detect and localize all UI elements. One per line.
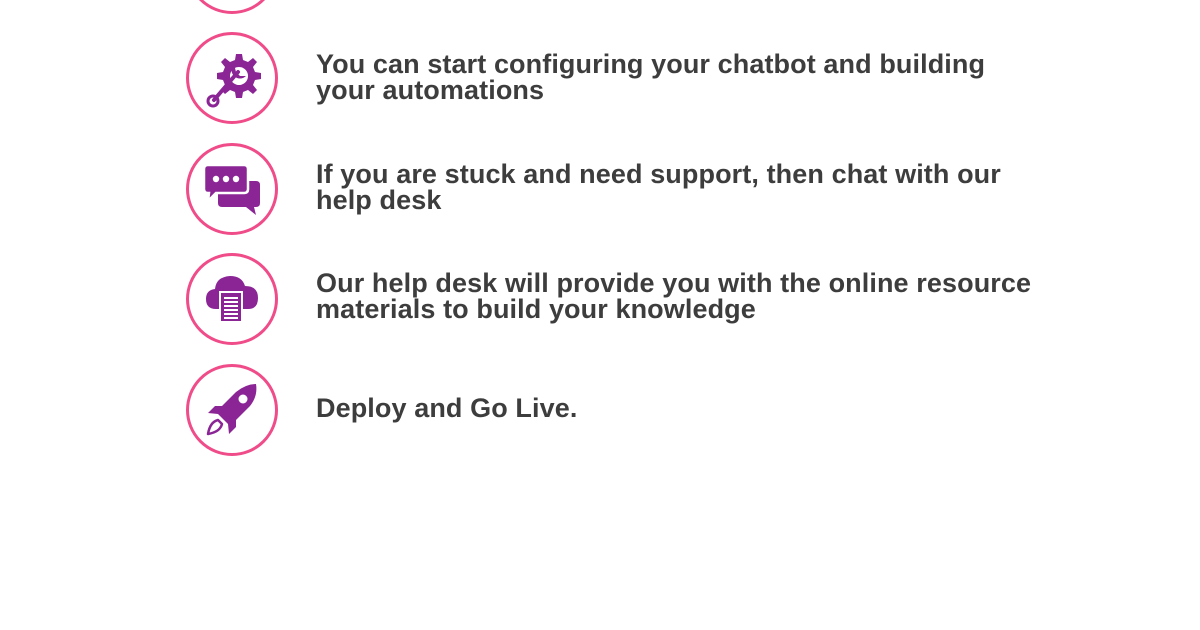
step-2-icon-circle	[186, 143, 278, 235]
step-1-text: You can start configuring your chatbot a…	[316, 49, 986, 105]
step-4-icon-circle	[186, 364, 278, 456]
step-3-text: Our help desk will provide you with the …	[316, 268, 1032, 324]
step-1-icon-circle	[186, 32, 278, 124]
gear-wrench-icon	[206, 54, 261, 108]
step-3-icon-circle	[186, 253, 278, 345]
previous-step-icon-circle	[186, 0, 278, 14]
rocket-icon	[206, 384, 257, 436]
onboarding-steps-page: You can start configuring your chatbot a…	[0, 0, 1200, 630]
chat-bubbles-icon	[202, 163, 260, 215]
step-2-text: If you are stuck and need support, then …	[316, 159, 1001, 215]
step-4-text: Deploy and Go Live.	[316, 393, 578, 423]
cloud-document-icon	[206, 276, 258, 323]
